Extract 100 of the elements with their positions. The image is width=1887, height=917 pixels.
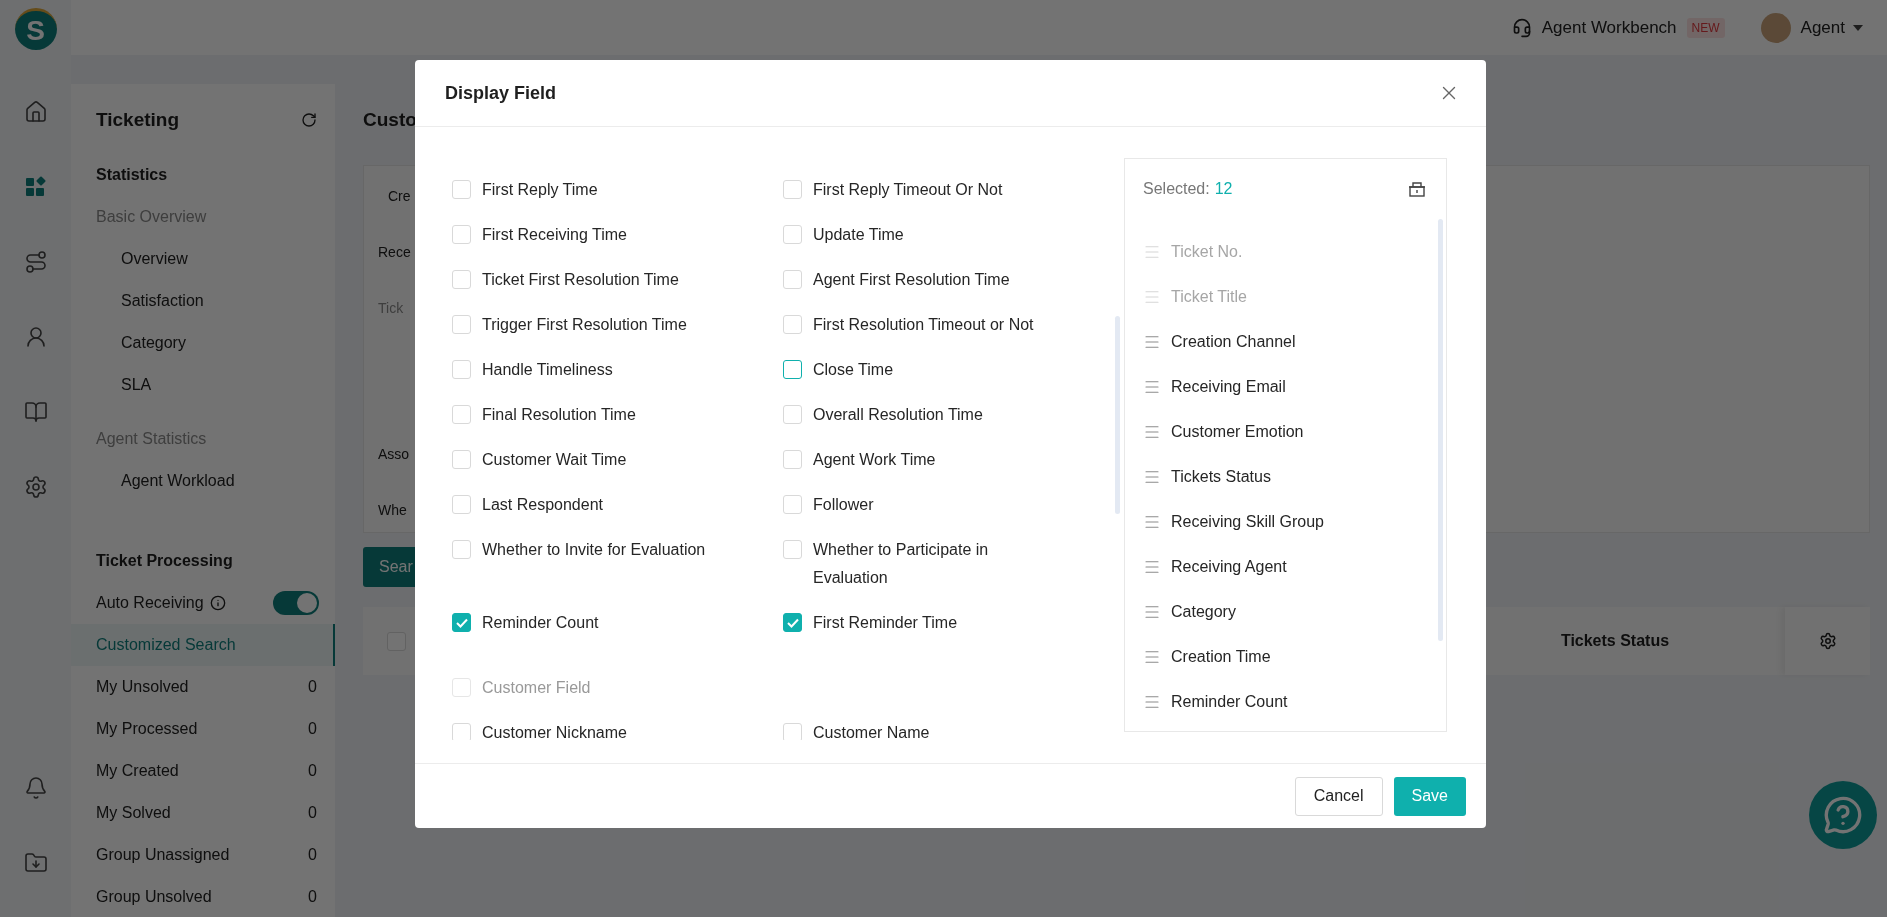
- nav-label: Group Unsolved: [96, 888, 212, 906]
- nav-label: My Created: [96, 762, 179, 780]
- book-icon: [23, 400, 48, 424]
- basket-icon[interactable]: [1408, 180, 1426, 198]
- filter-label: Asso: [378, 446, 410, 462]
- field-label: Customer Wait Time: [482, 450, 627, 470]
- selected-item[interactable]: Tickets Status: [1125, 454, 1438, 499]
- nav-item[interactable]: Customized Search: [71, 624, 335, 666]
- count: 0: [308, 720, 317, 738]
- count: 0: [308, 678, 317, 696]
- user-menu[interactable]: Agent: [1800, 17, 1863, 38]
- section-title: Statistics: [95, 165, 169, 185]
- nav-label: My Processed: [96, 720, 198, 738]
- field-label: Reminder Count: [482, 613, 599, 633]
- nav-item[interactable]: SLA: [71, 364, 335, 406]
- selected-item[interactable]: Receiving Agent: [1125, 544, 1438, 589]
- field-label: Final Resolution Time: [482, 405, 636, 425]
- count: 0: [308, 846, 317, 864]
- section-title: Ticket Processing: [95, 551, 234, 571]
- nav-item[interactable]: My Processed 0: [71, 708, 335, 750]
- toggle-switch[interactable]: [273, 591, 319, 615]
- field-label: First Reminder Time: [813, 613, 958, 633]
- settings-icon: [23, 475, 48, 499]
- count: 0: [308, 888, 317, 906]
- nav-item[interactable]: Group Unassigned 0: [71, 834, 335, 876]
- scrollbar[interactable]: [1115, 316, 1120, 514]
- field-label: Customer Name: [813, 723, 930, 740]
- save-button[interactable]: Save: [1393, 776, 1466, 816]
- field-label: Overall Resolution Time: [813, 405, 983, 425]
- home-icon: [23, 100, 48, 124]
- settings-icon[interactable]: [1818, 632, 1837, 650]
- nav-label: Group Unassigned: [96, 846, 230, 864]
- field-label: Agent First Resolution Time: [813, 270, 1010, 290]
- field-label: First Receiving Time: [482, 225, 627, 245]
- field-label: Close Time: [813, 360, 894, 380]
- field-label: Trigger First Resolution Time: [482, 315, 687, 335]
- route-icon: [23, 250, 48, 274]
- count: 0: [308, 804, 317, 822]
- check-icon: [455, 617, 468, 628]
- info-icon[interactable]: [209, 595, 226, 611]
- field-label: Whether to Invite for Evaluation: [482, 540, 706, 560]
- filter-label: Rece: [378, 244, 411, 260]
- field-label: Ticket First Resolution Time: [482, 270, 679, 290]
- filter-label: Cre: [388, 188, 411, 204]
- scrollbar[interactable]: [1438, 219, 1443, 641]
- nav-label: My Solved: [96, 804, 171, 822]
- nav-item[interactable]: Group Unsolved 0: [71, 876, 335, 917]
- nav-item[interactable]: Agent Workload: [71, 460, 335, 502]
- selected-item[interactable]: Reminder Count: [1125, 679, 1438, 724]
- field-label: Update Time: [813, 225, 904, 245]
- nav-label: Customized Search: [96, 636, 236, 654]
- new-badge: NEW: [1686, 17, 1725, 38]
- column-header: Tickets Status: [1559, 632, 1671, 650]
- caret-icon: [1853, 24, 1863, 31]
- field-label: Handle Timeliness: [482, 360, 613, 380]
- page-title: Custo: [363, 109, 418, 132]
- help-icon: [1823, 795, 1863, 835]
- field-label: First Reply Time: [482, 180, 598, 200]
- field-label: Customer Nickname: [482, 723, 627, 740]
- selected-item[interactable]: Creation Time: [1125, 634, 1438, 679]
- headset-icon: [1511, 17, 1532, 38]
- nav-label: My Unsolved: [96, 678, 189, 696]
- selected-item[interactable]: Customer Emotion: [1125, 409, 1438, 454]
- field-label: First Resolution Timeout or Not: [813, 315, 1034, 335]
- avatar: [1760, 12, 1791, 43]
- field-label: Follower: [813, 495, 874, 515]
- apps-icon: [23, 175, 48, 199]
- nav-item[interactable]: Overview: [71, 238, 335, 280]
- field-label: Agent Work Time: [813, 450, 936, 470]
- selected-count: Selected: 12: [1143, 180, 1233, 198]
- field-label: Last Respondent: [482, 495, 603, 515]
- toggle-label: Auto Receiving: [96, 594, 204, 612]
- selected-item[interactable]: Ticket Title: [1125, 274, 1438, 319]
- check-icon: [786, 617, 799, 628]
- field-label: Whether to Participate in Evaluation: [813, 540, 990, 588]
- folder-download-icon: [23, 851, 48, 875]
- selected-item[interactable]: Receiving Skill Group: [1125, 499, 1438, 544]
- refresh-icon[interactable]: [301, 112, 317, 128]
- nav-item[interactable]: Satisfaction: [71, 280, 335, 322]
- sidebar-title: Ticketing: [96, 109, 180, 131]
- logo: S: [14, 8, 57, 50]
- nav-item[interactable]: My Unsolved 0: [71, 666, 335, 708]
- bell-icon: [23, 776, 48, 800]
- selected-item[interactable]: Creation Channel: [1125, 319, 1438, 364]
- count: 0: [308, 762, 317, 780]
- checkbox[interactable]: [783, 613, 802, 632]
- field-label: First Reply Timeout Or Not: [813, 180, 1003, 200]
- nav-item[interactable]: My Solved 0: [71, 792, 335, 834]
- nav-item[interactable]: My Created 0: [71, 750, 335, 792]
- nav-item[interactable]: Category: [71, 322, 335, 364]
- checkbox[interactable]: [452, 613, 471, 632]
- group-label: Customer Field: [482, 678, 591, 698]
- filter-label: Whe: [378, 502, 407, 518]
- dialog-title: Display Field: [445, 82, 557, 104]
- agent-workbench-link[interactable]: Agent Workbench: [1511, 17, 1677, 38]
- cancel-button[interactable]: Cancel: [1294, 776, 1383, 816]
- selected-item[interactable]: Ticket No.: [1125, 229, 1438, 274]
- selected-item[interactable]: Receiving Email: [1125, 364, 1438, 409]
- selected-item[interactable]: Category: [1125, 589, 1438, 634]
- checkbox[interactable]: [783, 360, 802, 379]
